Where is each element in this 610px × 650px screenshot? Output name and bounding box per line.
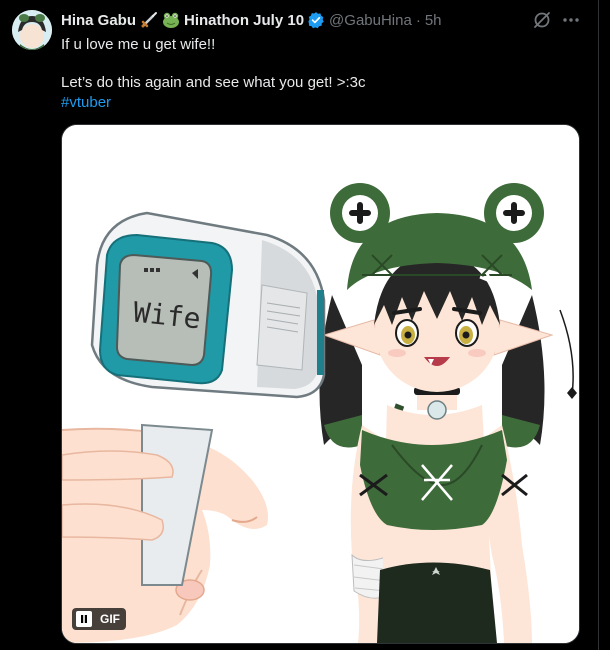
tweet-text-line-1: If u love me u get wife!! xyxy=(61,36,216,53)
right-rail-divider xyxy=(598,0,610,650)
avatar-image xyxy=(12,10,52,50)
tweet-media-gif[interactable]: Wife xyxy=(61,124,580,644)
frog-emoji-icon xyxy=(162,11,180,29)
more-icon[interactable] xyxy=(560,9,582,31)
tweet-header: Hina Gabu Hinathon July 10 @GabuHina · 5… xyxy=(61,9,442,31)
thermometer-readout: Wife xyxy=(132,296,203,336)
hashtag-link[interactable]: #vtuber xyxy=(61,93,111,113)
gif-label: GIF xyxy=(100,612,120,626)
event-name[interactable]: Hinathon July 10 xyxy=(184,12,304,29)
separator-dot: · xyxy=(415,11,421,29)
avatar[interactable] xyxy=(12,10,52,50)
grok-icon[interactable] xyxy=(531,9,553,31)
tweet[interactable]: Hina Gabu Hinathon July 10 @GabuHina · 5… xyxy=(0,0,598,650)
gif-illustration: Wife xyxy=(62,125,579,643)
gif-badge[interactable]: GIF xyxy=(72,608,126,630)
verified-badge-icon xyxy=(307,11,325,29)
handle[interactable]: @GabuHina xyxy=(329,12,412,29)
sword-emoji-icon xyxy=(140,11,158,29)
timestamp[interactable]: 5h xyxy=(425,12,442,29)
pause-icon[interactable] xyxy=(76,611,92,627)
display-name[interactable]: Hina Gabu xyxy=(61,12,136,29)
tweet-text-line-2: Let’s do this again and see what you get… xyxy=(61,74,366,91)
